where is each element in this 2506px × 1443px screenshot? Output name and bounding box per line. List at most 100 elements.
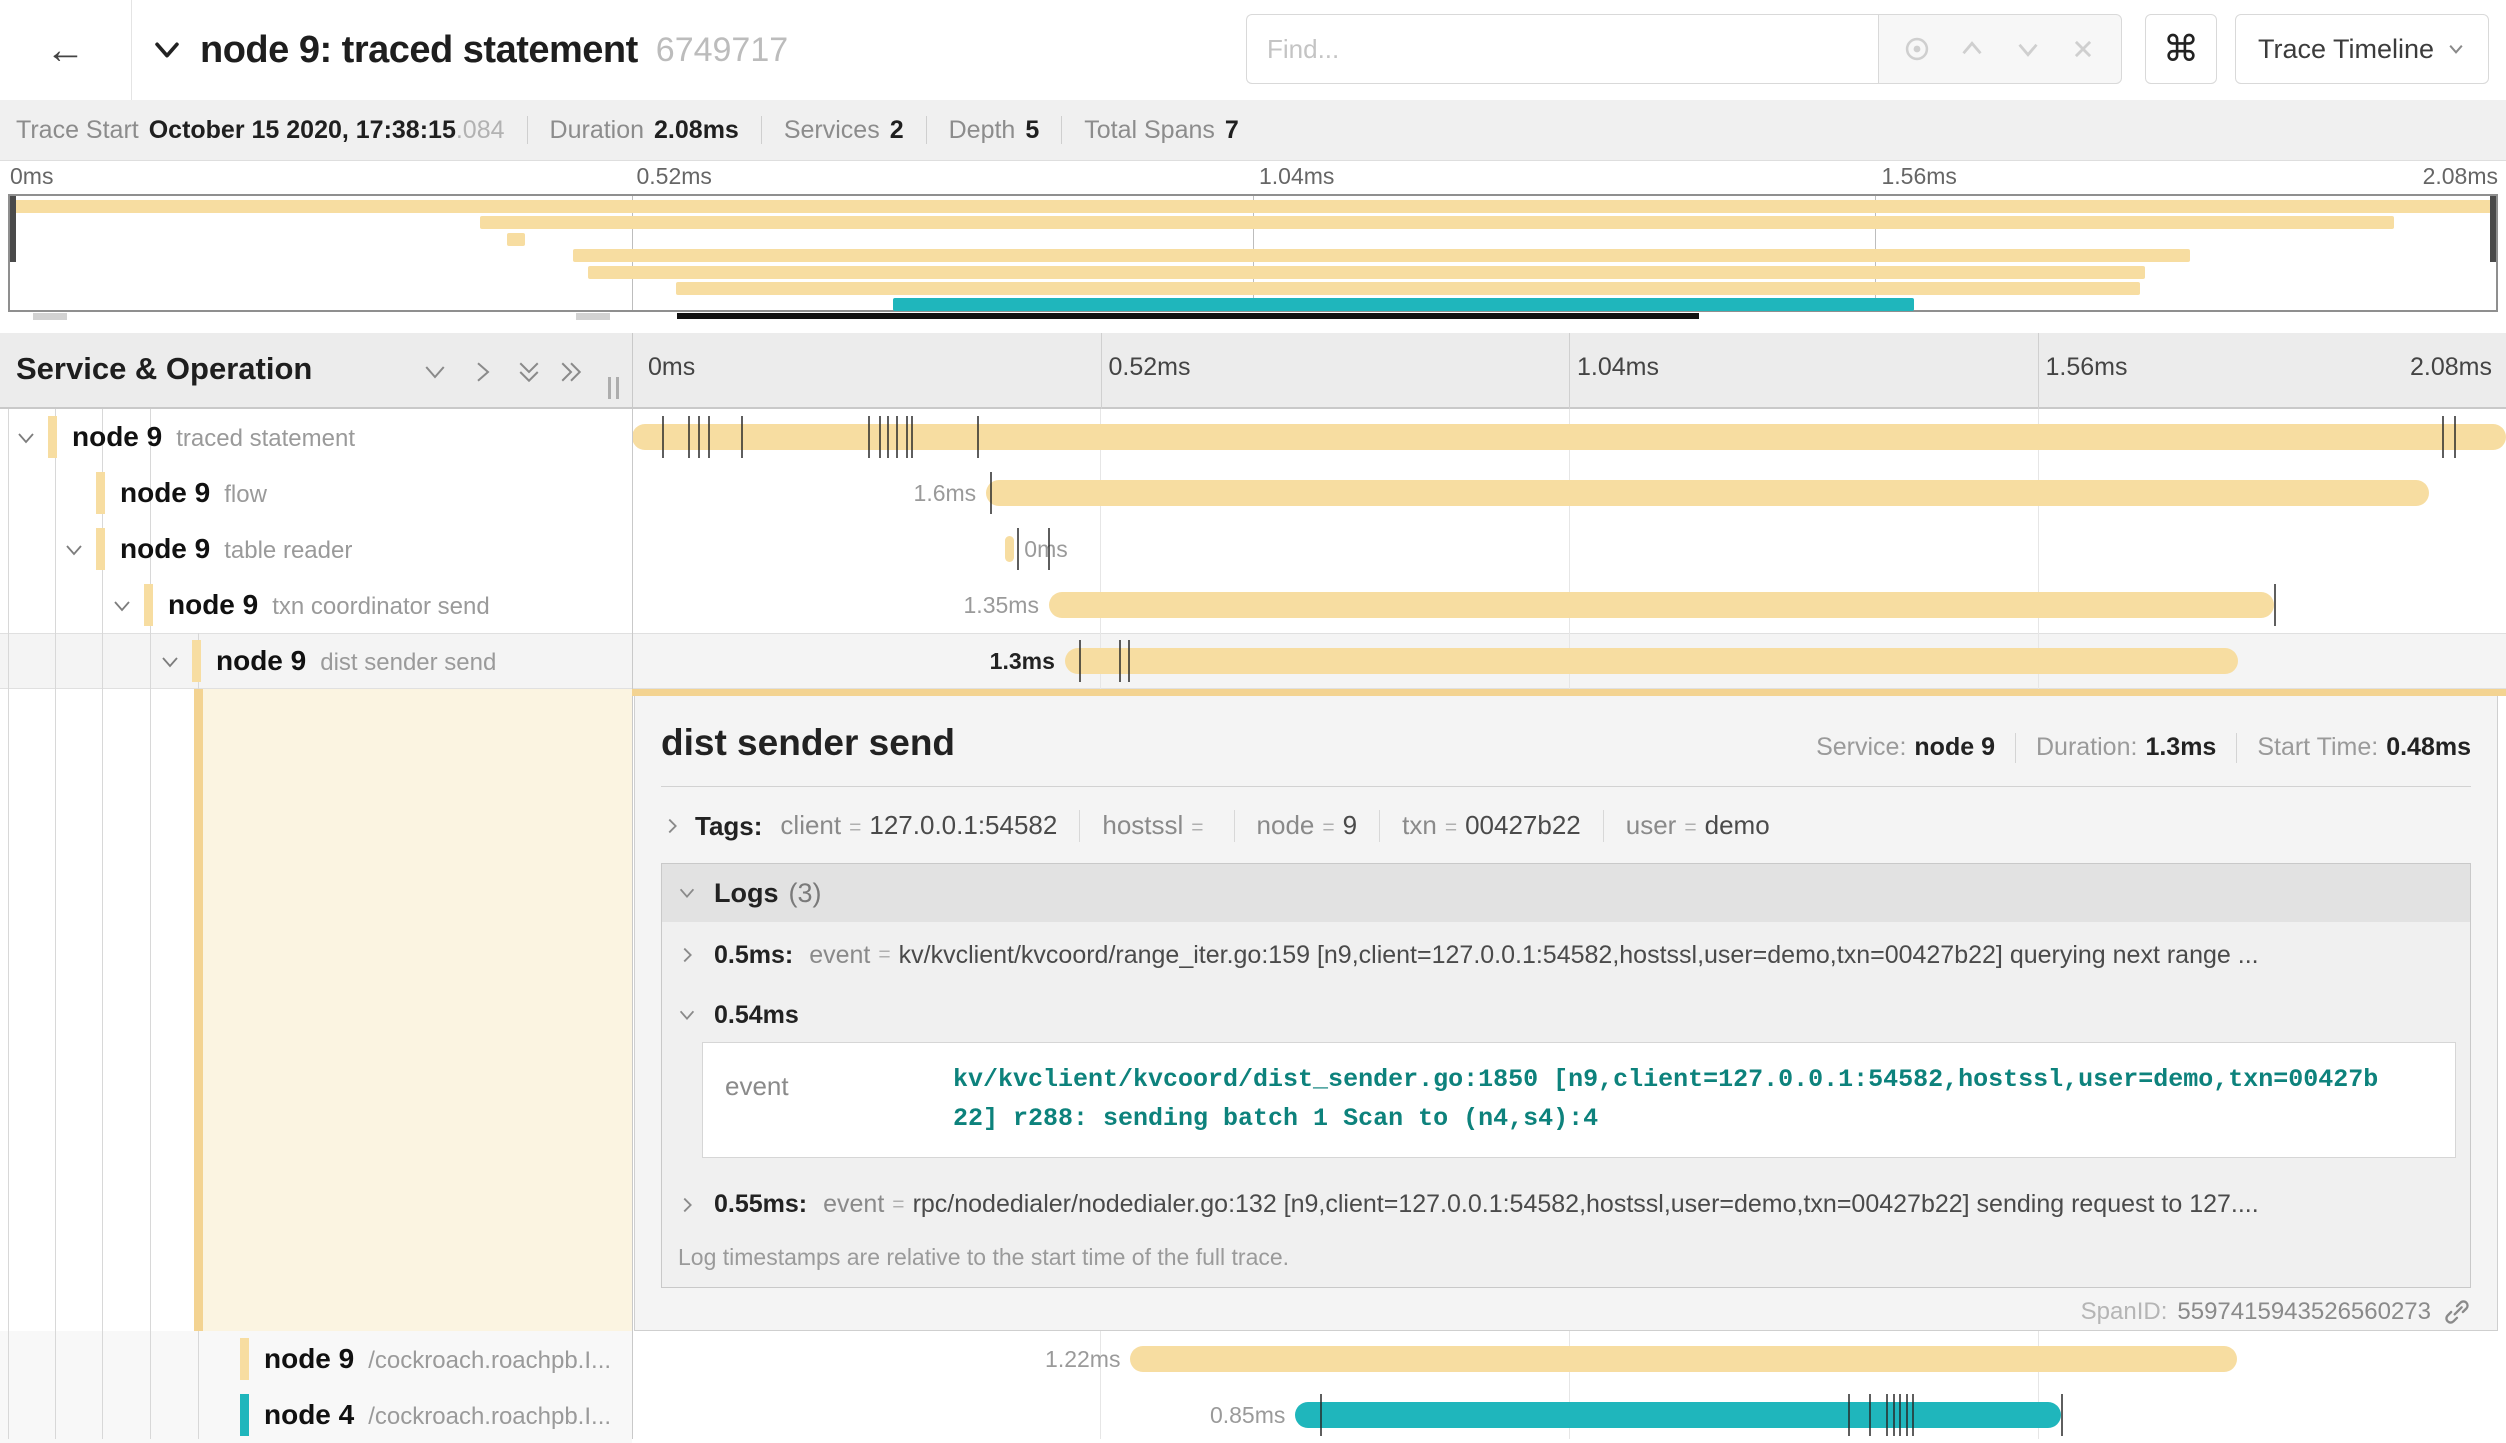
span-tree-item[interactable]: node 4/cockroach.roachpb.I...: [0, 1387, 632, 1443]
equals-sign: =: [878, 943, 890, 967]
span-duration-bar[interactable]: [1295, 1402, 2061, 1428]
logs-footer-note: Log timestamps are relative to the start…: [662, 1238, 2470, 1287]
chevron-right-icon: [676, 944, 698, 966]
timeline-header-gridline: [1101, 333, 1102, 409]
log-entry-expanded-header[interactable]: 0.54ms: [662, 988, 2470, 1042]
tag-value: 9: [1343, 810, 1357, 841]
collapse-all-icon[interactable]: [514, 357, 544, 387]
clear-search-icon[interactable]: [2066, 32, 2100, 66]
separator: [527, 116, 528, 144]
collapse-one-icon[interactable]: [420, 357, 450, 387]
log-marker-tick: [990, 472, 992, 514]
log-marker-tick: [879, 416, 881, 458]
logs-header[interactable]: Logs (3): [662, 864, 2470, 922]
span-bar-row[interactable]: 0.85ms: [632, 1387, 2506, 1443]
log-field-key: event: [809, 941, 870, 970]
operation-name: table reader: [224, 537, 352, 564]
keyboard-shortcuts-button[interactable]: ⌘: [2145, 14, 2217, 84]
separator: [1379, 810, 1380, 842]
tag-item: hostssl=: [1102, 810, 1211, 841]
span-duration-bar[interactable]: [986, 480, 2429, 506]
tags-row[interactable]: Tags: client=127.0.0.1:54582hostssl=node…: [661, 803, 2471, 849]
chevron-right-icon: [661, 815, 683, 837]
minimap-left-handle[interactable]: [10, 196, 16, 262]
next-match-icon[interactable]: [2011, 32, 2045, 66]
tree-chevron-down-icon[interactable]: [158, 650, 182, 674]
stat-value: 2: [890, 116, 904, 145]
log-marker-tick: [1320, 1394, 1322, 1436]
span-bar-row[interactable]: 1.6ms: [632, 465, 2506, 521]
span-tree-item[interactable]: node 9table reader: [0, 521, 632, 577]
trace-minimap[interactable]: [8, 194, 2498, 312]
spanid-value: 5597415943526560273: [2177, 1298, 2431, 1326]
tag-value: demo: [1705, 810, 1770, 841]
link-icon[interactable]: [2443, 1298, 2471, 1326]
span-tree-item[interactable]: node 9txn coordinator send: [0, 577, 632, 633]
operation-name: flow: [224, 481, 267, 508]
equals-sign: =: [1322, 816, 1334, 840]
minimap-tick-label: 1.04ms: [1259, 163, 1334, 190]
detail-meta-value: 1.3ms: [2145, 733, 2216, 762]
expand-all-icon[interactable]: [556, 357, 586, 387]
log-marker-tick: [1079, 640, 1081, 682]
tag-item: client=127.0.0.1:54582: [780, 810, 1057, 841]
log-field-value: rpc/nodedialer/nodedialer.go:132 [n9,cli…: [913, 1190, 2259, 1219]
span-bar-row[interactable]: 1.22ms: [632, 1331, 2506, 1387]
tree-chevron-down-icon[interactable]: [62, 538, 86, 562]
span-bar-row[interactable]: 1.3ms: [632, 633, 2506, 689]
spanid-row: SpanID: 5597415943526560273: [661, 1298, 2471, 1326]
detail-meta-value: 0.48ms: [2386, 733, 2471, 762]
span-tree-item[interactable]: node 9traced statement: [0, 409, 632, 465]
span-bar-row[interactable]: [632, 409, 2506, 465]
span-tree-item[interactable]: node 9/cockroach.roachpb.I...: [0, 1331, 632, 1387]
log-field-key: event: [823, 1190, 884, 1219]
span-bar-row[interactable]: 0ms: [632, 521, 2506, 577]
log-marker-tick: [741, 416, 743, 458]
collapse-chevron-icon[interactable]: [150, 33, 184, 67]
column-resizer[interactable]: [608, 377, 619, 399]
minimap-right-handle[interactable]: [2490, 196, 2496, 262]
tree-chevron-down-icon[interactable]: [110, 594, 134, 618]
span-duration-bar[interactable]: [1005, 536, 1014, 562]
operation-name: dist sender send: [320, 649, 496, 676]
span-duration-bar[interactable]: [1065, 648, 2238, 674]
find-input[interactable]: [1246, 14, 1878, 84]
span-duration-label: 1.6ms: [914, 480, 977, 507]
log-entry-collapsed[interactable]: 0.55ms: event = rpc/nodedialer/nodediale…: [662, 1172, 2470, 1238]
log-marker-tick: [1119, 640, 1121, 682]
span-tree-item[interactable]: node 9flow: [0, 465, 632, 521]
span-duration-bar[interactable]: [1049, 592, 2274, 618]
spanid-label: SpanID:: [2081, 1298, 2168, 1326]
log-marker-tick: [2061, 1394, 2063, 1436]
log-marker-tick: [2274, 584, 2276, 626]
log-marker-tick: [1912, 1394, 1914, 1436]
span-bar-row[interactable]: 1.35ms: [632, 577, 2506, 633]
log-marker-tick: [1848, 1394, 1850, 1436]
span-tree-item[interactable]: node 9dist sender send: [0, 633, 632, 689]
minimap-span-bar: [588, 266, 2145, 279]
log-marker-tick: [896, 416, 898, 458]
log-marker-tick: [868, 416, 870, 458]
prev-match-icon[interactable]: [1955, 32, 1989, 66]
trace-view-selector-button[interactable]: Trace Timeline: [2235, 14, 2489, 84]
equals-sign: =: [1684, 816, 1696, 840]
stat-value: October 15 2020, 17:38:15: [149, 116, 456, 145]
tags-list: client=127.0.0.1:54582hostssl=node=9txn=…: [780, 810, 1769, 842]
minimap-scrubber-left[interactable]: [33, 313, 67, 320]
detail-top-accent: [632, 689, 2506, 696]
locate-icon[interactable]: [1900, 32, 1934, 66]
minimap-span-bar: [573, 249, 2190, 262]
log-entry-collapsed[interactable]: 0.5ms: event = kv/kvclient/kvcoord/range…: [662, 922, 2470, 988]
tag-key: user: [1626, 810, 1677, 841]
back-button[interactable]: ←: [0, 0, 132, 100]
tag-key: hostssl: [1102, 810, 1183, 841]
viewport-scrollbar[interactable]: [677, 313, 1699, 319]
service-color-bar: [240, 1338, 249, 1380]
expand-one-icon[interactable]: [468, 357, 498, 387]
span-duration-bar[interactable]: [1130, 1346, 2237, 1372]
service-name: node 9table reader: [120, 533, 352, 565]
log-marker-tick: [977, 416, 979, 458]
separator: [1079, 810, 1080, 842]
minimap-scrubber-right[interactable]: [576, 313, 610, 320]
tree-chevron-down-icon[interactable]: [14, 426, 38, 450]
